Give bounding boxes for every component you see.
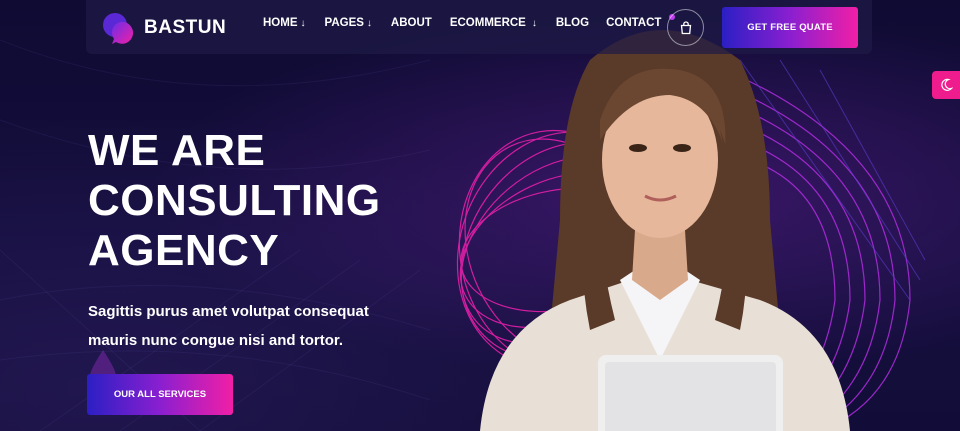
nav-item-home[interactable]: HOME ↓ [263,17,306,29]
arrow-down-icon: ↓ [366,18,372,29]
nav-item-blog[interactable]: BLOG [556,17,589,29]
brand-logo[interactable]: BASTUN [102,12,226,44]
chat-bubbles-icon [103,13,134,44]
headline-line: WE ARE [88,126,266,175]
hero-person-image [480,30,850,431]
nav-item-ecommerce[interactable]: ECOMMERCE ↓ [450,17,537,29]
get-free-quote-button[interactable]: GET FREE QUATE [722,7,858,48]
nav-item-about[interactable]: ABOUT [391,17,432,29]
hero-subtext: Sagittis purus amet volutpat consequat m… [88,303,369,349]
theme-toggle-button[interactable] [932,71,960,99]
brand-name: BASTUN [144,17,227,38]
moon-icon [941,78,953,91]
cart-button[interactable] [667,9,704,46]
shopping-bag-icon [680,20,691,34]
main-nav: HOME ↓ PAGES ↓ ABOUT ECOMMERCE ↓ BLOG CONTA… [263,17,661,29]
headline-line: CONSULTING [88,176,381,225]
arrow-down-icon: ↓ [300,18,306,29]
headline-line: AGENCY [88,226,280,275]
arrow-down-icon: ↓ [531,18,537,29]
our-services-button[interactable]: OUR ALL SERVICES [87,374,233,415]
hero-headline: WE ARE CONSULTING AGENCY [88,126,381,276]
nav-item-pages[interactable]: PAGES ↓ [325,17,372,29]
nav-item-contact[interactable]: CONTACT [606,17,661,29]
